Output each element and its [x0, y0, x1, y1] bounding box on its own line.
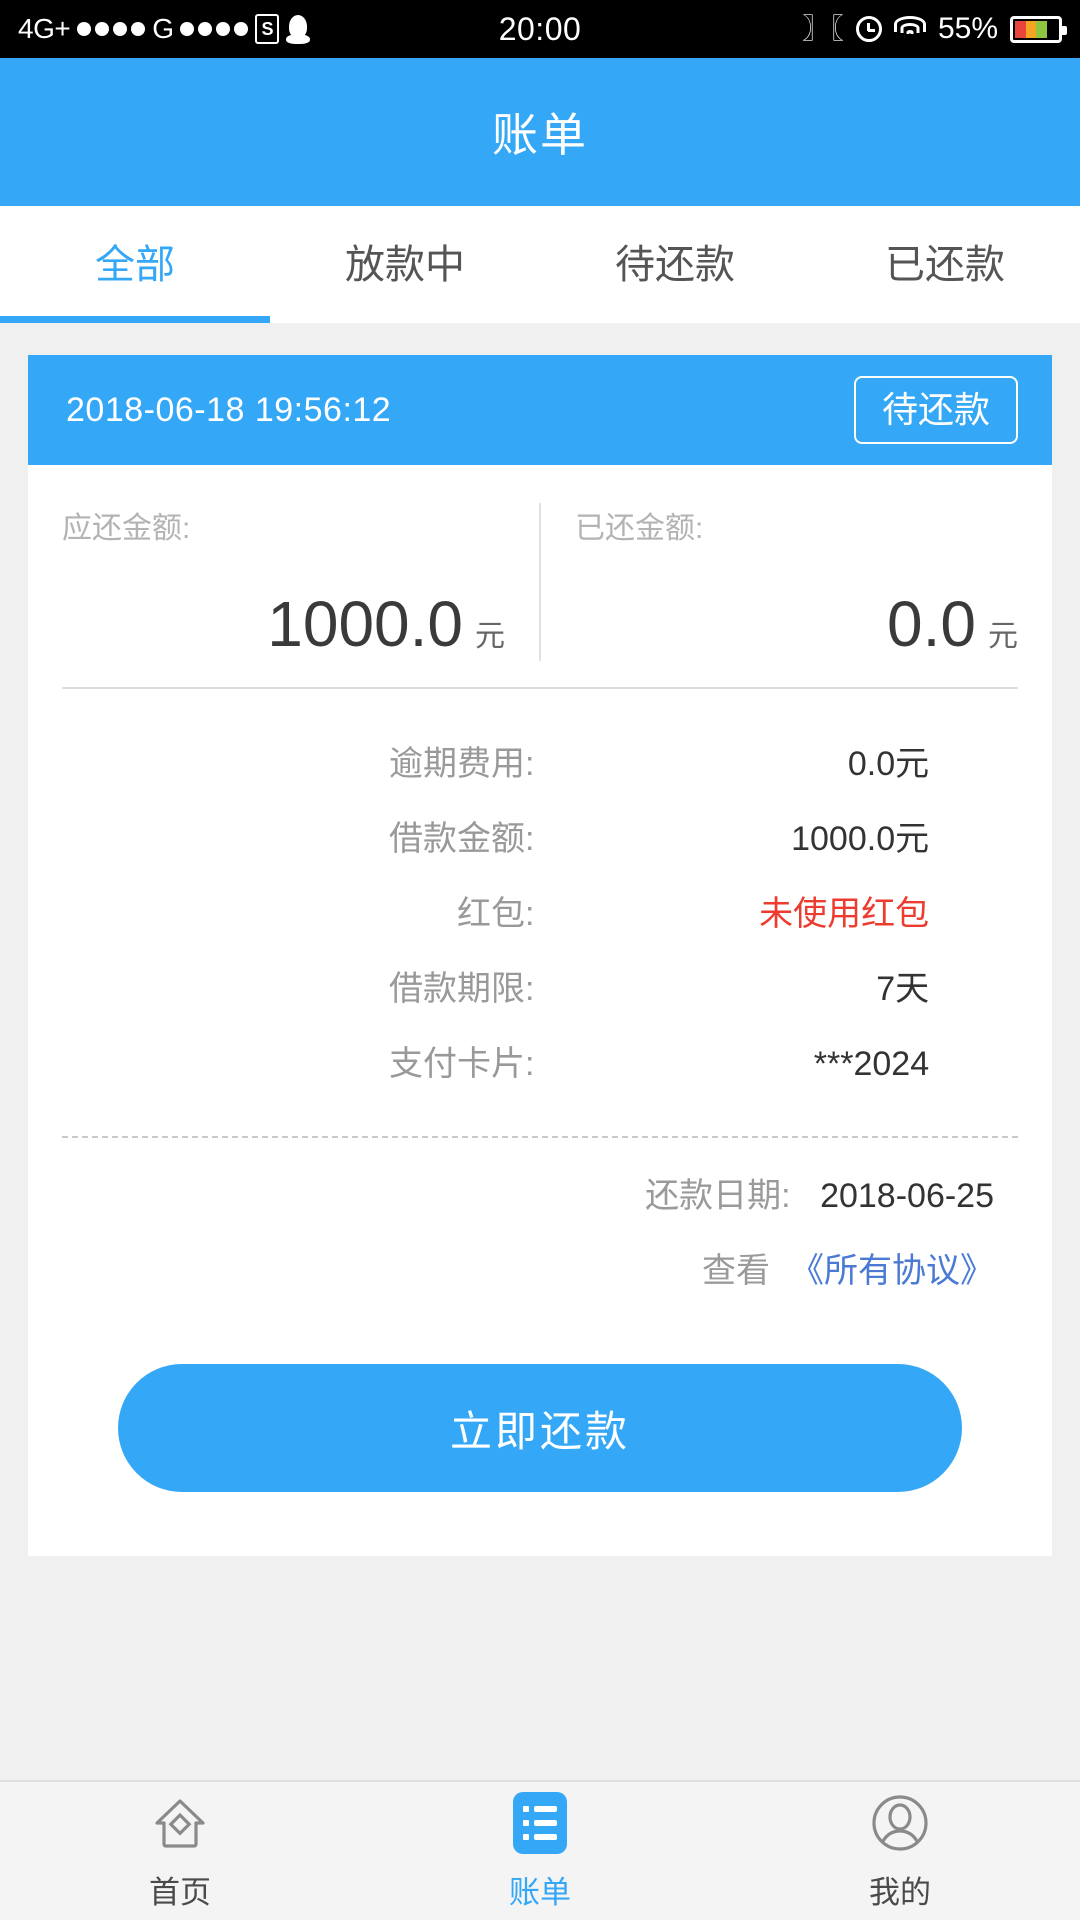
- detail-row-overdue-fee: 逾期费用: 0.0元: [28, 723, 1052, 798]
- tab-all[interactable]: 全部: [0, 206, 270, 323]
- detail-row-loan-amount: 借款金额: 1000.0元: [28, 798, 1052, 873]
- detail-label: 借款金额:: [389, 820, 535, 858]
- repayment-date-row: 还款日期: 2018-06-25: [28, 1168, 994, 1217]
- amount-paid-unit: 元: [988, 620, 1018, 653]
- agreement-row[interactable]: 查看 《所有协议》: [28, 1243, 994, 1292]
- detail-label: 支付卡片:: [389, 1045, 535, 1083]
- amount-paid-column: 已还金额: 0.0 元: [541, 503, 1052, 661]
- home-icon: [148, 1791, 212, 1855]
- bill-list: 2018-06-18 19:56:12 待还款 应还金额: 1000.0 元 已…: [0, 323, 1080, 1780]
- detail-value: 0.0元: [847, 745, 930, 783]
- tab-bar: 全部 放款中 待还款 已还款: [0, 206, 1080, 323]
- detail-value: ***2024: [813, 1045, 930, 1083]
- detail-label: 逾期费用:: [389, 745, 535, 783]
- detail-value: 1000.0元: [791, 820, 930, 858]
- all-agreements-link[interactable]: 《所有协议》: [790, 1252, 994, 1290]
- alarm-clock-icon: [855, 16, 882, 42]
- nav-item-profile[interactable]: 我的: [720, 1791, 1080, 1912]
- agreement-prefix-label: 查看: [702, 1252, 770, 1290]
- tab-disbursing[interactable]: 放款中: [270, 206, 540, 323]
- nav-label-profile: 我的: [869, 1874, 931, 1910]
- status-badge: 待还款: [853, 376, 1018, 444]
- amount-paid-value-group: 0.0 元: [575, 587, 1018, 661]
- amount-paid-value: 0.0: [887, 588, 976, 660]
- app-header: 账单: [0, 58, 1080, 206]
- amount-due-column: 应还金额: 1000.0 元: [28, 503, 541, 661]
- status-bar: 4G+ G S 20:00 〗〖 55%: [0, 0, 1080, 58]
- status-bar-right: 〗〖 55%: [801, 0, 1067, 58]
- detail-row-red-packet: 红包: 未使用红包: [28, 873, 1052, 948]
- amount-due-value: 1000.0: [267, 588, 463, 660]
- nav-label-bill: 账单: [509, 1874, 571, 1910]
- tab-active-indicator: [0, 316, 270, 323]
- bill-timestamp: 2018-06-18 19:56:12: [66, 390, 392, 429]
- bill-card-header: 2018-06-18 19:56:12 待还款: [28, 355, 1052, 465]
- detail-value: 7天: [876, 970, 930, 1008]
- detail-row-payment-card: 支付卡片: ***2024: [28, 1023, 1052, 1098]
- tab-repaid[interactable]: 已还款: [810, 206, 1080, 323]
- repay-now-button[interactable]: 立即还款: [118, 1364, 962, 1492]
- bill-card-footer: 还款日期: 2018-06-25 查看 《所有协议》: [28, 1138, 1052, 1292]
- battery-icon: [1010, 15, 1067, 43]
- bottom-navigation: 首页 账单 我的: [0, 1780, 1080, 1920]
- amount-due-label: 应还金额:: [62, 512, 191, 545]
- tab-pending-repayment[interactable]: 待还款: [540, 206, 810, 323]
- bill-list-icon: [508, 1791, 572, 1855]
- amount-paid-label: 已还金额:: [575, 512, 704, 545]
- page-title: 账单: [492, 109, 588, 161]
- amount-due-value-group: 1000.0 元: [62, 587, 505, 661]
- repayment-date-value: 2018-06-25: [820, 1177, 994, 1215]
- person-icon: [868, 1791, 932, 1855]
- wifi-icon: [893, 16, 926, 42]
- battery-percent-label: 55%: [937, 12, 998, 45]
- repayment-date-label: 还款日期:: [645, 1177, 791, 1215]
- amount-due-unit: 元: [475, 620, 505, 653]
- nav-item-home[interactable]: 首页: [0, 1791, 360, 1912]
- detail-value: 未使用红包: [759, 895, 930, 933]
- vibrate-icon: 〗〖: [801, 13, 844, 44]
- loan-detail-list: 逾期费用: 0.0元 借款金额: 1000.0元 红包: 未使用红包 借款期限:…: [28, 689, 1052, 1124]
- amount-summary: 应还金额: 1000.0 元 已还金额: 0.0 元: [28, 465, 1052, 687]
- nav-item-bill[interactable]: 账单: [360, 1791, 720, 1912]
- detail-label: 红包:: [457, 895, 535, 933]
- bill-card[interactable]: 2018-06-18 19:56:12 待还款 应还金额: 1000.0 元 已…: [28, 355, 1052, 1556]
- detail-row-loan-term: 借款期限: 7天: [28, 948, 1052, 1023]
- repay-button-wrapper: 立即还款: [28, 1318, 1052, 1556]
- phone-screen: 4G+ G S 20:00 〗〖 55% 账单 全部 放款中 待还款 已还款 2…: [0, 0, 1080, 1920]
- detail-label: 借款期限:: [389, 970, 535, 1008]
- nav-label-home: 首页: [149, 1874, 211, 1910]
